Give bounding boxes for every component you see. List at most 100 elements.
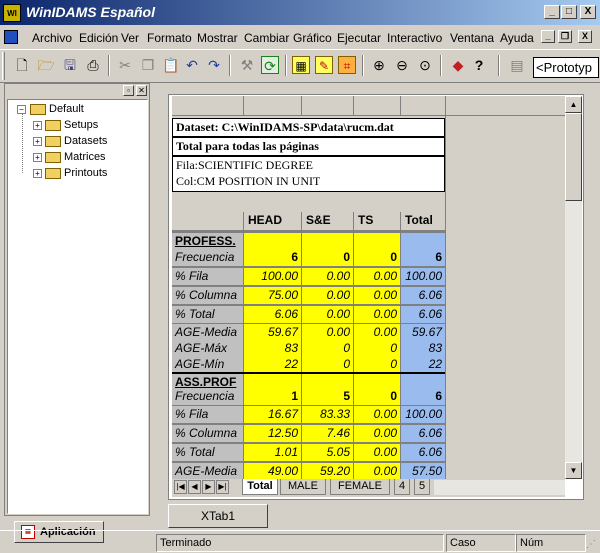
grid-header-cell[interactable] xyxy=(302,96,353,115)
table-cell[interactable]: 0.00 xyxy=(302,287,353,304)
table-cell[interactable]: 0.00 xyxy=(302,306,353,323)
expand-icon[interactable]: + xyxy=(33,153,42,162)
table-cell[interactable]: 1 xyxy=(244,388,301,405)
table-cell[interactable] xyxy=(302,233,353,250)
menu-mostrar[interactable]: Mostrar xyxy=(197,31,238,45)
table-cell[interactable] xyxy=(401,233,445,250)
maximize-button[interactable]: □ xyxy=(561,5,577,19)
cut-icon[interactable]: ✂ xyxy=(116,56,134,74)
table-cell[interactable]: 6.06 xyxy=(401,306,445,323)
expand-icon[interactable]: + xyxy=(33,121,42,130)
document-icon[interactable] xyxy=(4,30,18,44)
prev-sheet-icon[interactable]: ◀ xyxy=(188,480,201,494)
menu-ayuda[interactable]: Ayuda xyxy=(500,31,534,45)
zoom-fit-icon[interactable]: ⊙ xyxy=(416,56,434,74)
table-cell[interactable]: 0 xyxy=(354,356,400,372)
next-sheet-icon[interactable]: ▶ xyxy=(202,480,215,494)
grid-header-cell[interactable] xyxy=(172,96,243,115)
table-cell[interactable]: 100.00 xyxy=(401,406,445,423)
table-cell[interactable]: 0 xyxy=(302,249,353,266)
table-cell[interactable]: 12.50 xyxy=(244,425,301,442)
menu-ejecutar[interactable]: Ejecutar xyxy=(337,31,381,45)
menu-ventana[interactable]: Ventana xyxy=(450,31,494,45)
column-header-total[interactable]: Total xyxy=(401,211,445,230)
first-sheet-icon[interactable]: |◀ xyxy=(174,480,187,494)
table-cell[interactable]: 75.00 xyxy=(244,287,301,304)
table-cell[interactable]: 6 xyxy=(401,249,445,266)
table-cell[interactable]: 16.67 xyxy=(244,406,301,423)
copy-icon[interactable]: ❐ xyxy=(139,56,157,74)
grid-header-cell[interactable] xyxy=(244,96,301,115)
scroll-thumb[interactable] xyxy=(565,113,582,201)
sheet-tab-4[interactable]: 4 xyxy=(394,479,410,495)
table-cell[interactable]: 83 xyxy=(244,340,301,357)
column-header-ts[interactable]: TS xyxy=(354,211,400,230)
table-cell[interactable]: 0.00 xyxy=(302,324,353,341)
column-header-head[interactable]: HEAD xyxy=(244,211,301,230)
sheet-tab-total[interactable]: Total xyxy=(242,479,278,495)
table-cell[interactable]: 57.50 xyxy=(401,463,445,479)
table-cell[interactable]: 0 xyxy=(354,340,400,357)
chart-edit-icon[interactable]: ✎ xyxy=(315,56,333,74)
table-cell[interactable]: 0.00 xyxy=(354,425,400,442)
table-grid-icon[interactable]: ▦ xyxy=(292,56,310,74)
sheet-tab-5[interactable]: 5 xyxy=(414,479,430,495)
table-cell[interactable]: 0 xyxy=(302,356,353,372)
menu-cambiar[interactable]: Cambiar xyxy=(244,31,289,45)
menu-ver[interactable]: Ver xyxy=(121,31,139,45)
menu-edicion[interactable]: Edición xyxy=(79,31,118,45)
table-cell[interactable]: 0.00 xyxy=(354,406,400,423)
collapse-icon[interactable]: − xyxy=(17,105,26,114)
column-header-se[interactable]: S&E xyxy=(302,211,353,230)
table-cell[interactable]: 22 xyxy=(244,356,301,372)
open-folder-icon[interactable]: 🗁 xyxy=(37,56,55,74)
refresh-icon[interactable]: ⟳ xyxy=(261,56,279,74)
table-cell[interactable]: 1.01 xyxy=(244,444,301,461)
table-cell[interactable]: 5.05 xyxy=(302,444,353,461)
minimize-button[interactable]: _ xyxy=(544,5,560,19)
xtab1-window-tab[interactable]: XTab1 xyxy=(168,504,268,528)
table-cell[interactable]: 7.46 xyxy=(302,425,353,442)
grid-header-cell[interactable] xyxy=(401,96,445,115)
table-cell[interactable]: 6.06 xyxy=(244,306,301,323)
save-icon[interactable]: 🖫 xyxy=(61,56,79,74)
table-cell[interactable] xyxy=(244,233,301,250)
sheet-tab-male[interactable]: MALE xyxy=(280,479,326,495)
table-cell[interactable]: 0.00 xyxy=(354,324,400,341)
pane-restore-button[interactable]: ▫ xyxy=(123,85,134,96)
table-cell[interactable]: 59.67 xyxy=(244,324,301,341)
toolbar-grip[interactable] xyxy=(2,52,5,80)
resize-grip[interactable]: ⋰ xyxy=(586,539,598,551)
book-icon[interactable]: ◆ xyxy=(449,56,467,74)
undo-icon[interactable]: ↶ xyxy=(183,56,201,74)
table-cell[interactable]: 83.33 xyxy=(302,406,353,423)
app-icon[interactable]: WI xyxy=(3,4,21,22)
horizontal-scrollbar[interactable] xyxy=(434,480,565,495)
sheet-tab-female[interactable]: FEMALE xyxy=(330,479,390,495)
table-cell[interactable]: 0.00 xyxy=(354,463,400,479)
grid-header-cell[interactable] xyxy=(354,96,400,115)
mdi-close-button[interactable]: X xyxy=(578,30,592,43)
menu-formato[interactable]: Formato xyxy=(147,31,192,45)
table-cell[interactable]: 6.06 xyxy=(401,425,445,442)
expand-icon[interactable]: + xyxy=(33,137,42,146)
table-cell[interactable]: 59.67 xyxy=(401,324,445,341)
table-cell[interactable]: 6 xyxy=(244,249,301,266)
tool-icon[interactable]: ⚒ xyxy=(238,56,256,74)
table-cell[interactable]: 59.20 xyxy=(302,463,353,479)
table-cell[interactable]: 0.00 xyxy=(354,306,400,323)
expand-icon[interactable]: + xyxy=(33,169,42,178)
tree-item-matrices[interactable]: Matrices xyxy=(64,151,106,163)
table-cell[interactable]: 83 xyxy=(401,340,445,357)
table-cell[interactable]: 6 xyxy=(401,388,445,405)
close-button[interactable]: X xyxy=(580,5,596,19)
menu-grafico[interactable]: Gráfico xyxy=(293,31,332,45)
zoom-out-icon[interactable]: ⊖ xyxy=(393,56,411,74)
table-cell[interactable]: 0.00 xyxy=(354,268,400,285)
table-cell[interactable]: 49.00 xyxy=(244,463,301,479)
table-cell[interactable]: 0.00 xyxy=(302,268,353,285)
tree-item-setups[interactable]: Setups xyxy=(64,119,98,131)
menu-interactivo[interactable]: Interactivo xyxy=(387,31,442,45)
table-cell[interactable]: 0 xyxy=(354,388,400,405)
mdi-restore-button[interactable]: ❐ xyxy=(558,30,572,43)
